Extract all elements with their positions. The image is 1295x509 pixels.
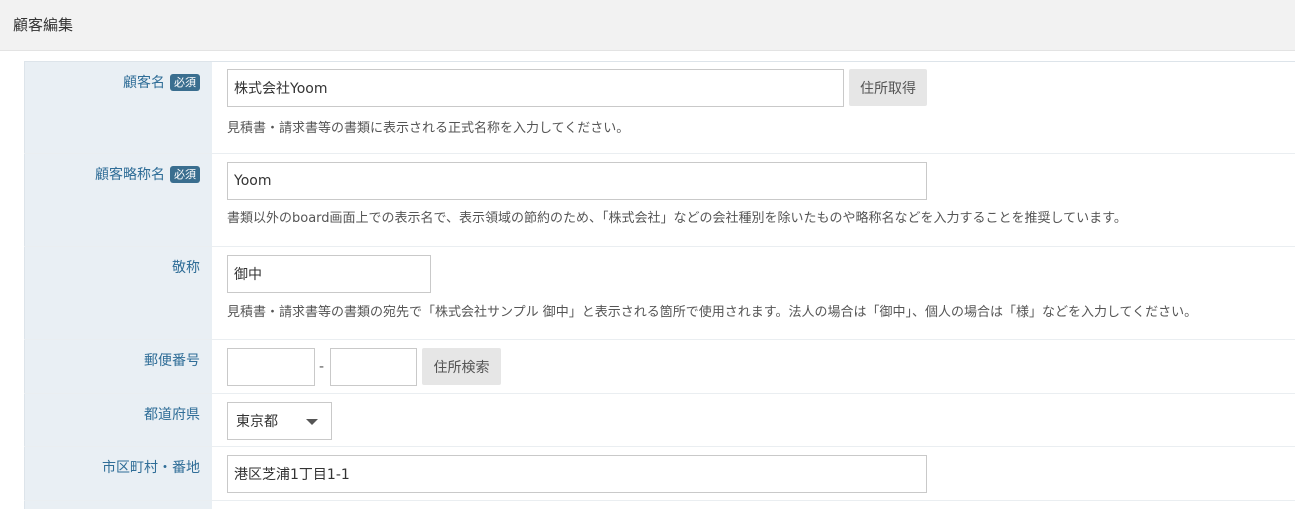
label-cell: 顧客略称名 必須	[24, 154, 212, 246]
row-honorific: 敬称 御中 見積書・請求書等の書類の宛先で「株式会社サンプル 御中」と表示される…	[24, 247, 1295, 340]
chevron-down-icon	[306, 419, 318, 425]
prefecture-label: 都道府県	[144, 407, 200, 423]
customer-short-name-input[interactable]: Yoom	[227, 162, 927, 200]
field-label: 市区町村・番地	[102, 457, 200, 477]
postal-code-first-input[interactable]	[227, 348, 315, 386]
label-cell: 郵便番号	[24, 340, 212, 393]
page-title: 顧客編集	[13, 16, 74, 34]
honorific-help: 見積書・請求書等の書類の宛先で「株式会社サンプル 御中」と表示される箇所で使用さ…	[227, 305, 1198, 320]
customer-name-label: 顧客名	[123, 75, 165, 91]
field-label: 顧客略称名 必須	[95, 164, 200, 184]
customer-name-help: 見積書・請求書等の書類に表示される正式名称を入力してください。	[227, 121, 630, 136]
address-search-button[interactable]: 住所検索	[422, 348, 501, 385]
row-prefecture: 都道府県 東京都	[24, 394, 1295, 447]
customer-short-name-help: 書類以外のboard画面上での表示名で、表示領域の節約のため、「株式会社」などの…	[227, 211, 1127, 226]
field-label: 敬称	[172, 257, 200, 277]
label-cell: 敬称	[24, 247, 212, 339]
field-label: 郵便番号	[144, 350, 200, 370]
fetch-address-button[interactable]: 住所取得	[849, 69, 927, 106]
label-cell: 市区町村・番地	[24, 447, 212, 500]
postal-code-second-input[interactable]	[330, 348, 417, 386]
row-postal-code: 郵便番号 - 住所検索	[24, 340, 1295, 394]
label-cell: 顧客名 必須	[24, 62, 212, 153]
customer-short-name-label: 顧客略称名	[95, 167, 165, 183]
honorific-label: 敬称	[172, 260, 200, 276]
required-badge: 必須	[170, 73, 200, 91]
row-address: 市区町村・番地 港区芝浦1丁目1-1	[24, 447, 1295, 501]
prefecture-select[interactable]: 東京都	[227, 402, 332, 440]
postal-code-label: 郵便番号	[144, 353, 200, 369]
field-label: 顧客名 必須	[123, 72, 200, 92]
honorific-input[interactable]: 御中	[227, 255, 431, 293]
row-customer-name: 顧客名 必須 株式会社Yoom 住所取得 見積書・請求書等の書類に表示される正式…	[24, 62, 1295, 154]
customer-name-input[interactable]: 株式会社Yoom	[227, 69, 844, 107]
customer-edit-form: 顧客名 必須 株式会社Yoom 住所取得 見積書・請求書等の書類に表示される正式…	[24, 61, 1295, 509]
postal-code-separator: -	[319, 359, 325, 375]
row-customer-short-name: 顧客略称名 必須 Yoom 書類以外のboard画面上での表示名で、表示領域の節…	[24, 154, 1295, 247]
page-header: 顧客編集	[0, 0, 1295, 51]
field-label: 都道府県	[144, 404, 200, 424]
label-cell: 都道府県	[24, 394, 212, 446]
address-input[interactable]: 港区芝浦1丁目1-1	[227, 455, 927, 493]
required-badge: 必須	[170, 165, 200, 183]
address-label: 市区町村・番地	[102, 460, 200, 476]
prefecture-selected-value: 東京都	[236, 414, 278, 430]
